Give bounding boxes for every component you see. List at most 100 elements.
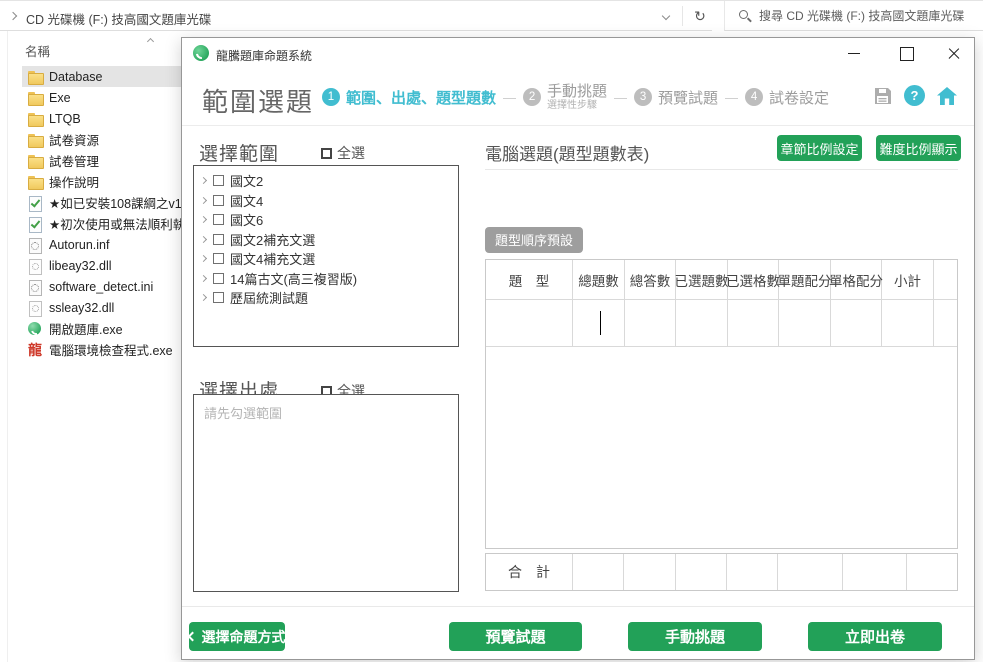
preview-questions-button[interactable]: 預覽試題 (449, 622, 582, 651)
chevron-right-icon[interactable] (200, 294, 207, 301)
chevron-right-icon[interactable] (200, 255, 207, 262)
tree-item-label: 國文4 (230, 191, 263, 210)
close-button[interactable] (937, 38, 971, 68)
checkbox[interactable] (213, 214, 224, 225)
text-cursor (600, 311, 601, 335)
document-icon (27, 195, 43, 211)
manual-pick-button[interactable]: 手動挑題 (628, 622, 762, 651)
folder-icon (27, 174, 43, 190)
table-header-cell: 已選格數 (728, 260, 779, 299)
toolbar-divider (682, 6, 683, 26)
table-cell[interactable] (882, 300, 934, 346)
step-3-preview[interactable]: 3 預覽試題 (634, 87, 718, 108)
table-cell[interactable] (934, 300, 957, 346)
tree-item[interactable]: 國文4補充文選 (194, 249, 458, 269)
checkbox[interactable] (213, 253, 224, 264)
chevron-right-icon[interactable] (200, 236, 207, 243)
totals-cell (907, 554, 957, 590)
step-2-sublabel: 選擇性步驟 (547, 100, 607, 112)
table-cell[interactable] (676, 300, 728, 346)
column-header-name[interactable]: 名稱 (25, 41, 50, 60)
table-cell[interactable] (779, 300, 831, 346)
app-green-icon (27, 321, 43, 337)
refresh-icon[interactable]: ↻ (688, 1, 712, 31)
breadcrumb[interactable]: CD 光碟機 (F:) 技高國文題庫光碟 (26, 9, 211, 28)
step-separator: — (614, 90, 627, 105)
checkbox[interactable] (213, 234, 224, 245)
maximize-button[interactable] (889, 38, 923, 68)
chapter-ratio-button[interactable]: 章節比例設定 (777, 135, 862, 161)
tree-item[interactable]: 國文6 (194, 210, 458, 230)
file-name: software_detect.ini (49, 280, 153, 294)
file-name: 試卷管理 (49, 151, 99, 170)
table-cell[interactable] (625, 300, 676, 346)
table-header-cell: 總題數 (573, 260, 625, 299)
table-header-row: 題 型 總題數 總答數 已選題數 已選格數 單題配分 單格配分 小計 (486, 260, 957, 300)
table-cell[interactable] (831, 300, 882, 346)
address-dropdown-button[interactable] (655, 1, 679, 31)
folder-icon (27, 90, 43, 106)
file-name: Autorun.inf (49, 238, 109, 252)
chevron-down-icon (662, 12, 670, 20)
select-all-label: 全選 (337, 143, 365, 163)
checkbox[interactable] (213, 292, 224, 303)
window-title: 龍騰題庫命題系統 (216, 47, 312, 64)
computer-panel-title: 電腦選題(題型題數表) (485, 140, 649, 165)
range-tree: 國文2 國文4 國文6 國文2補充文選 (193, 165, 459, 347)
step-1-label: 範圍、出處、題型題數 (346, 87, 496, 108)
tree-item[interactable]: 14篇古文(高三複習版) (194, 269, 458, 289)
chevron-right-icon[interactable] (200, 216, 207, 223)
home-icon[interactable] (936, 86, 958, 106)
source-list-box: 請先勾選範圍 (193, 394, 459, 592)
search-input[interactable] (759, 5, 977, 27)
chevron-right-icon[interactable] (200, 197, 207, 204)
checkbox[interactable] (321, 148, 332, 159)
checkbox[interactable] (213, 273, 224, 284)
step-3-badge: 3 (634, 88, 652, 106)
app-titlebar[interactable]: 龍騰題庫命題系統 (182, 38, 974, 68)
file-name: ssleay32.dll (49, 301, 114, 315)
minimize-button[interactable] (837, 38, 871, 68)
help-icon[interactable]: ? (904, 85, 925, 106)
step-4-paper-settings[interactable]: 4 試卷設定 (745, 87, 829, 108)
chevron-right-icon[interactable] (200, 275, 207, 282)
address-bar[interactable]: CD 光碟機 (F:) 技高國文題庫光碟 ↻ (0, 1, 712, 31)
totals-cell (778, 554, 843, 590)
question-order-preset-tag[interactable]: 題型順序預設 (485, 227, 583, 253)
checkbox[interactable] (213, 175, 224, 186)
file-name: 電腦環境檢查程式.exe (49, 340, 173, 359)
tree-item-label: 國文2 (230, 171, 263, 190)
tree-item[interactable]: 國文2補充文選 (194, 230, 458, 250)
search-box[interactable] (724, 1, 983, 31)
page-title: 範圍選題 (202, 82, 314, 119)
table-cell[interactable] (573, 300, 625, 346)
file-name: LTQB (49, 112, 81, 126)
generate-paper-button[interactable]: 立即出卷 (808, 622, 942, 651)
tree-item[interactable]: 國文2 (194, 171, 458, 191)
step-1-range[interactable]: 1 範圍、出處、題型題數 (322, 87, 496, 108)
tree-item[interactable]: 國文4 (194, 191, 458, 211)
footer-divider (182, 606, 974, 607)
sort-ascending-icon[interactable] (147, 38, 154, 45)
chevron-right-icon[interactable] (200, 177, 207, 184)
back-button-label: 選擇命題方式 (202, 627, 286, 647)
save-icon[interactable] (873, 86, 893, 106)
tree-item-label: 14篇古文(高三複習版) (230, 269, 357, 288)
step-separator: — (725, 90, 738, 105)
totals-row: 合 計 (485, 553, 958, 591)
range-select-all[interactable]: 全選 (321, 143, 365, 163)
table-cell[interactable] (728, 300, 779, 346)
file-name: libeay32.dll (49, 259, 112, 273)
table-header-cell: 題 型 (486, 260, 573, 299)
tree-item[interactable]: 歷屆統測試題 (194, 288, 458, 308)
step-4-badge: 4 (745, 88, 763, 106)
back-to-method-button[interactable]: 選擇命題方式 (189, 622, 285, 651)
checkbox[interactable] (213, 195, 224, 206)
folder-icon (27, 69, 43, 85)
step-2-manual-pick[interactable]: 2 手動挑題 選擇性步驟 (523, 83, 607, 112)
table-header-cell (934, 260, 957, 299)
difficulty-ratio-button[interactable]: 難度比例顯示 (876, 135, 961, 161)
file-name: Exe (49, 91, 71, 105)
table-cell[interactable] (486, 300, 573, 346)
table-header-cell: 已選題數 (676, 260, 728, 299)
